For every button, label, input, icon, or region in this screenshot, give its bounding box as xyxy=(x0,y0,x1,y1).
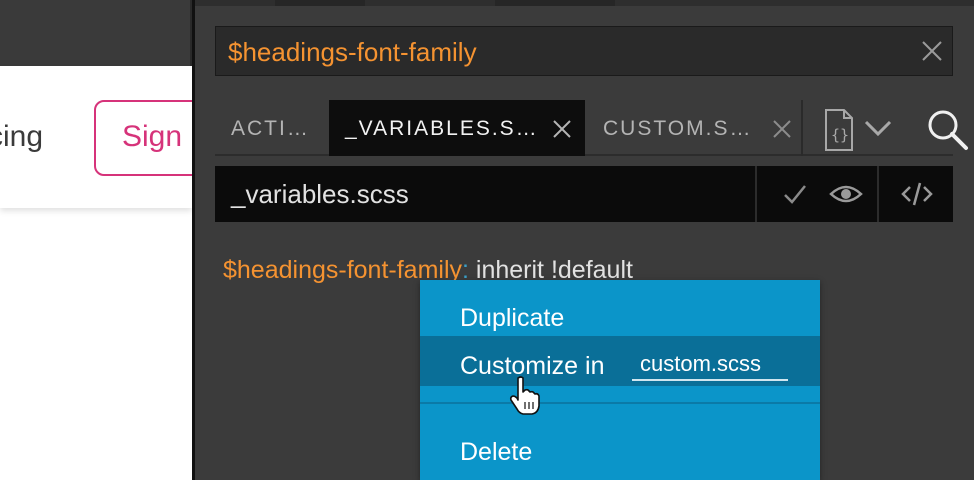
chevron-down-icon xyxy=(864,120,892,137)
toolbar-divider xyxy=(877,166,879,222)
panel-top-strip xyxy=(195,0,974,6)
search-input[interactable]: $headings-font-family xyxy=(215,26,953,76)
eye-icon[interactable] xyxy=(829,180,863,208)
magnifier-icon[interactable] xyxy=(925,107,969,151)
menu-item-delete[interactable]: Delete xyxy=(420,422,820,472)
tab-label: CUSTOM.S… xyxy=(603,117,753,140)
search-input-value: $headings-font-family xyxy=(228,37,477,67)
close-icon[interactable] xyxy=(771,118,793,140)
menu-divider xyxy=(420,402,820,404)
toolbar-divider xyxy=(755,166,757,222)
file-name: _variables.scss xyxy=(231,179,409,209)
file-toolbar: _variables.scss xyxy=(215,166,953,222)
tab-label: _VARIABLES.S… xyxy=(345,117,539,140)
menu-item-customize[interactable]: Customize in custom.scss xyxy=(420,336,820,386)
check-icon[interactable] xyxy=(781,180,809,208)
code-icon[interactable] xyxy=(901,180,933,208)
menu-item-label: Duplicate xyxy=(460,304,565,332)
file-braces-icon[interactable]: {} xyxy=(822,108,900,152)
customize-target-value: custom.scss xyxy=(640,351,762,376)
nav-link-pricing[interactable]: cing xyxy=(0,120,43,154)
tab-variables[interactable]: _VARIABLES.S… xyxy=(329,100,585,156)
tab-acti[interactable]: ACTI… xyxy=(215,100,327,156)
browser-toolbar xyxy=(0,0,192,66)
tab-label: ACTI… xyxy=(231,117,310,140)
signup-button-label: Sign u xyxy=(122,120,192,153)
svg-text:{}: {} xyxy=(831,126,849,144)
signup-button[interactable]: Sign u xyxy=(94,100,192,176)
website-preview: cing Sign u xyxy=(0,0,192,480)
tab-custom[interactable]: CUSTOM.S… xyxy=(587,100,799,156)
close-icon[interactable] xyxy=(551,118,573,140)
customize-target-input[interactable]: custom.scss xyxy=(632,347,788,381)
context-menu: Duplicate Customize in custom.scss Delet… xyxy=(420,280,820,480)
tab-divider xyxy=(801,100,803,156)
menu-item-duplicate[interactable]: Duplicate xyxy=(420,288,820,338)
close-icon[interactable] xyxy=(918,37,946,65)
site-navbar: cing Sign u xyxy=(0,66,192,208)
hand-pointer-icon xyxy=(509,376,540,415)
menu-item-label: Delete xyxy=(460,438,533,466)
